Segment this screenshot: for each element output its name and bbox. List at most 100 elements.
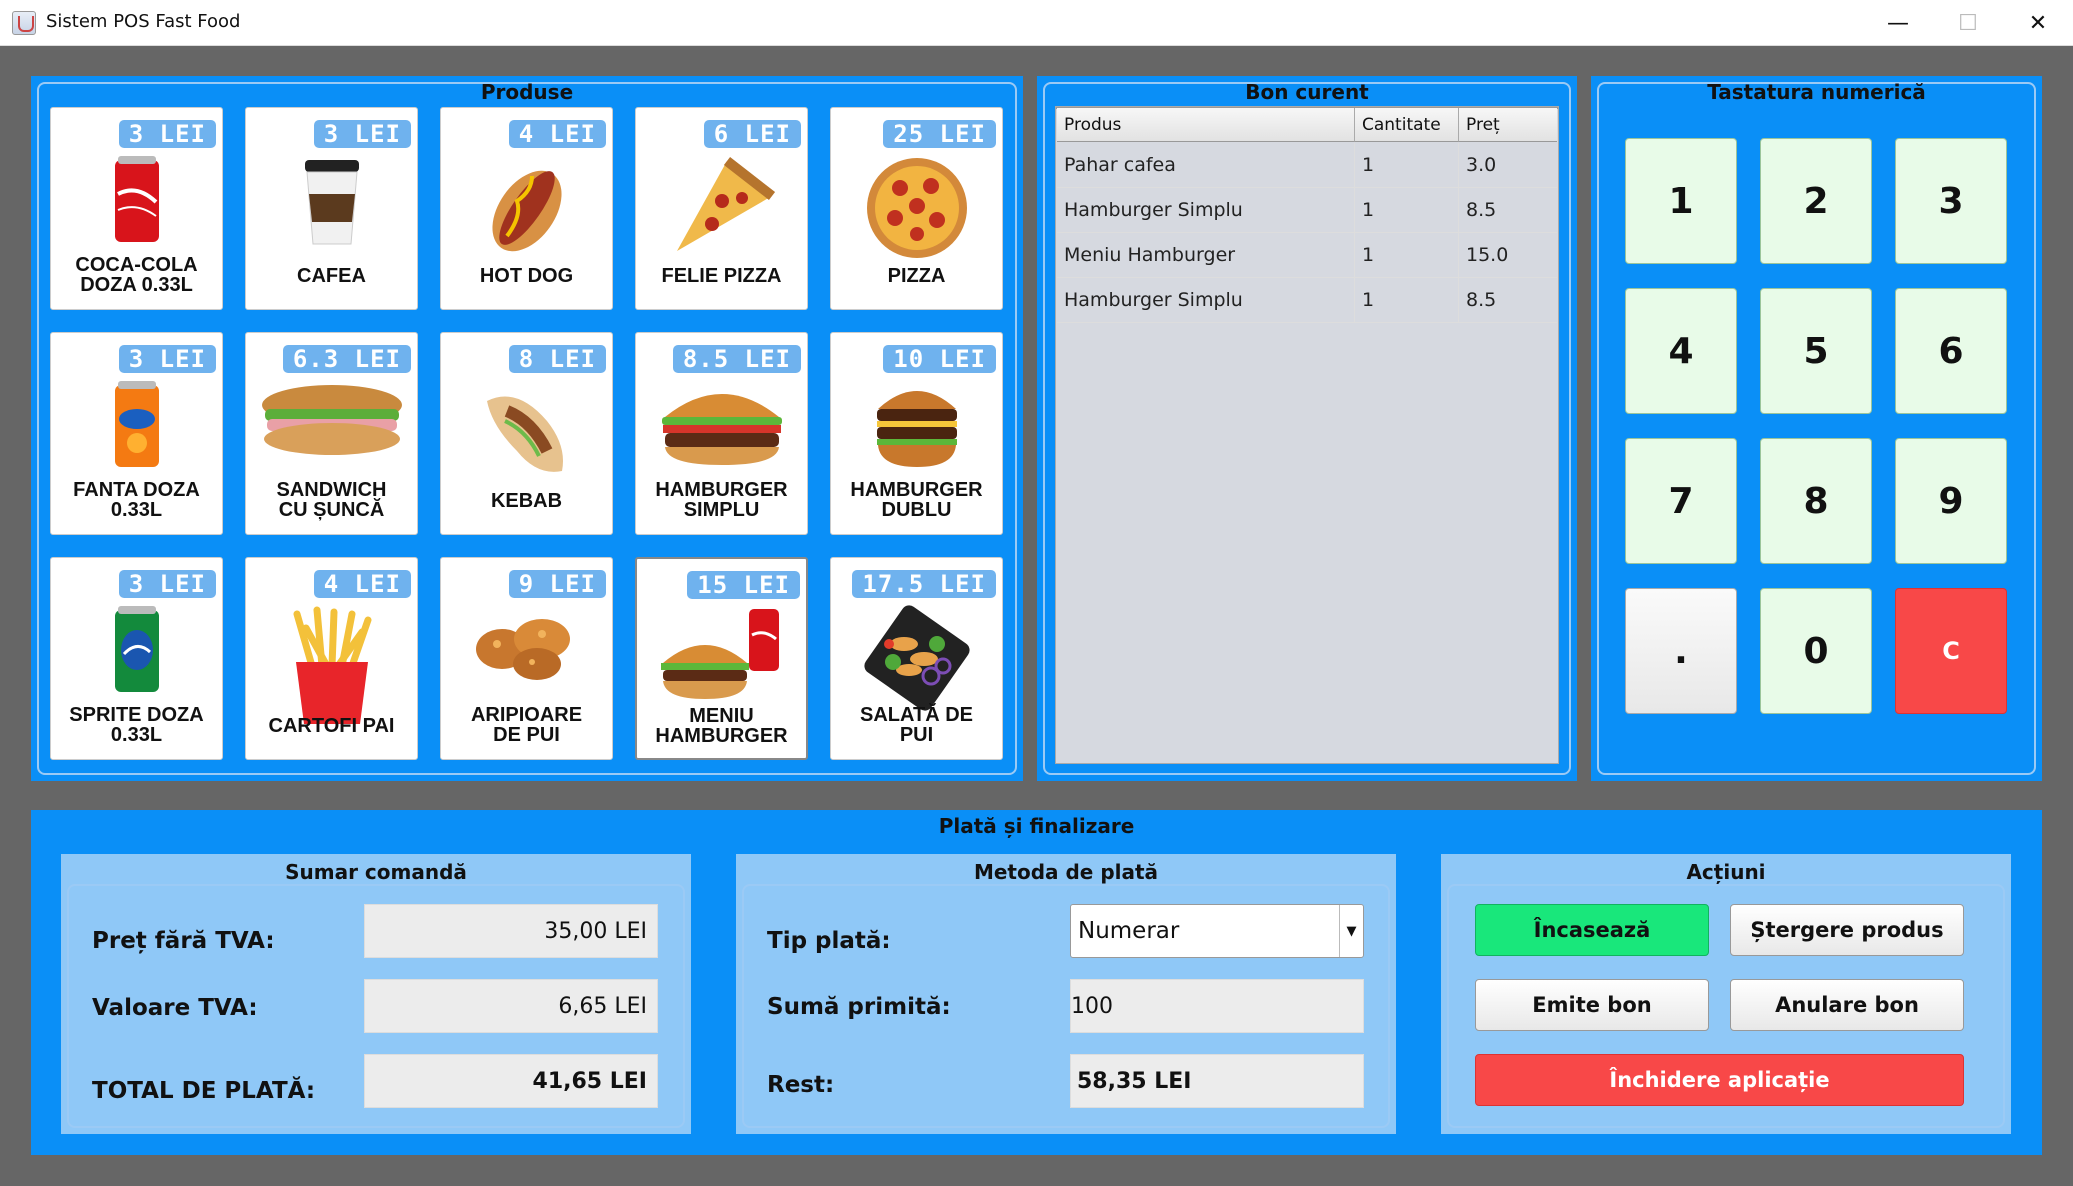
table-row[interactable]: Hamburger Simplu 1 8.5 bbox=[1057, 188, 1557, 233]
key-clear-button[interactable]: C bbox=[1895, 588, 2007, 714]
product-tile[interactable]: 8.5 LEI HAMBURGER SIMPLU bbox=[635, 332, 808, 535]
product-tile[interactable]: 8 LEI KEBAB bbox=[440, 332, 613, 535]
change-label: Rest: bbox=[767, 1072, 835, 1098]
product-name: SPRITE DOZA bbox=[69, 704, 204, 726]
products-panel-title: Produse bbox=[480, 80, 574, 104]
table-row[interactable]: Hamburger Simplu 1 8.5 bbox=[1057, 278, 1557, 323]
product-tile[interactable]: 3 LEI FANTA DOZA 0.33L bbox=[50, 332, 223, 535]
product-tile[interactable]: 6 LEI FELIE PIZZA bbox=[635, 107, 808, 310]
key-5-button[interactable]: 5 bbox=[1760, 288, 1872, 414]
product-name-line2: DUBLU bbox=[881, 499, 952, 521]
key-0-button[interactable]: 0 bbox=[1760, 588, 1872, 714]
delete-product-button[interactable]: Ștergere produs bbox=[1730, 904, 1964, 956]
coffee-cup-icon bbox=[297, 156, 367, 252]
key-2-button[interactable]: 2 bbox=[1760, 138, 1872, 264]
product-name: FELIE PIZZA bbox=[661, 265, 782, 287]
product-tile[interactable]: 4 LEI HOT DOG bbox=[440, 107, 613, 310]
change-field: 58,35 LEI bbox=[1070, 1054, 1364, 1108]
payment-type-label: Tip plată: bbox=[767, 928, 891, 954]
vat-value-label: Valoare TVA: bbox=[92, 995, 258, 1021]
column-header-cantitate[interactable]: Cantitate bbox=[1355, 108, 1459, 142]
coca-cola-can-icon bbox=[112, 154, 162, 250]
price-tag: 8 LEI bbox=[508, 345, 606, 373]
actions-panel: Acțiuni Încasează Ștergere produs Emite … bbox=[1441, 854, 2011, 1134]
price-tag: 10 LEI bbox=[883, 345, 996, 373]
product-name-line2: PUI bbox=[899, 724, 934, 746]
product-tile[interactable]: 6.3 LEI SANDWICH CU ȘUNCĂ bbox=[245, 332, 418, 535]
table-row[interactable]: Pahar cafea 1 3.0 bbox=[1057, 143, 1557, 188]
product-name-line2: DE PUI bbox=[493, 724, 560, 746]
table-row[interactable]: Meniu Hamburger 1 15.0 bbox=[1057, 233, 1557, 278]
cell-cantitate: 1 bbox=[1355, 278, 1459, 323]
cell-produs: Hamburger Simplu bbox=[1057, 278, 1355, 323]
payment-method-title: Metoda de plată bbox=[973, 860, 1159, 884]
dropdown-arrow-icon[interactable]: ▼ bbox=[1339, 905, 1363, 957]
actions-title: Acțiuni bbox=[1686, 860, 1766, 884]
product-tile[interactable]: 17.5 LEI SALATĂ DE PUI bbox=[830, 557, 1003, 760]
price-tag: 4 LEI bbox=[313, 570, 411, 598]
order-summary-title: Sumar comandă bbox=[285, 860, 467, 884]
chicken-wings-icon bbox=[472, 604, 582, 688]
price-tag: 6 LEI bbox=[703, 120, 801, 148]
key-4-button[interactable]: 4 bbox=[1625, 288, 1737, 414]
key-dot-button[interactable]: . bbox=[1625, 588, 1737, 714]
price-tag: 3 LEI bbox=[118, 570, 216, 598]
key-1-button[interactable]: 1 bbox=[1625, 138, 1737, 264]
product-name: FANTA DOZA bbox=[73, 479, 200, 501]
numpad-panel-title: Tastatura numerică bbox=[1707, 80, 1926, 104]
amount-received-label: Sumă primită: bbox=[767, 994, 951, 1020]
key-8-button[interactable]: 8 bbox=[1760, 438, 1872, 564]
key-7-button[interactable]: 7 bbox=[1625, 438, 1737, 564]
product-name-line2: 0.33L bbox=[110, 724, 163, 746]
close-button[interactable]: ✕ bbox=[2003, 0, 2073, 46]
product-name: ARIPIOARE bbox=[470, 704, 583, 726]
minimize-button[interactable]: — bbox=[1863, 0, 1933, 46]
cancel-receipt-button[interactable]: Anulare bon bbox=[1730, 979, 1964, 1031]
product-name-line2: HAMBURGER bbox=[655, 725, 788, 747]
payment-method-panel: Metoda de plată Tip plată: Numerar ▼ Sum… bbox=[736, 854, 1396, 1134]
french-fries-icon bbox=[282, 606, 382, 730]
title-bar: Sistem POS Fast Food — ☐ ✕ bbox=[0, 0, 2073, 46]
sandwich-icon bbox=[257, 379, 407, 463]
amount-received-input[interactable]: 100 bbox=[1070, 979, 1364, 1033]
receipt-table[interactable]: Produs Cantitate Preț Pahar cafea 1 3.0 Ham… bbox=[1056, 107, 1558, 323]
total-field: 41,65 LEI bbox=[364, 1054, 658, 1108]
payment-type-select[interactable]: Numerar ▼ bbox=[1070, 904, 1364, 958]
cell-produs: Pahar cafea bbox=[1057, 143, 1355, 188]
hot-dog-icon bbox=[477, 156, 577, 260]
product-tile[interactable]: 3 LEI CAFEA bbox=[245, 107, 418, 310]
close-application-button[interactable]: Închidere aplicație bbox=[1475, 1054, 1964, 1106]
column-header-produs[interactable]: Produs bbox=[1057, 108, 1355, 142]
product-name: HOT DOG bbox=[479, 265, 574, 287]
column-header-pret[interactable]: Preț bbox=[1459, 108, 1557, 142]
product-tile[interactable]: 10 LEI HAMBURGER DUBLU bbox=[830, 332, 1003, 535]
price-tag: 6.3 LEI bbox=[282, 345, 411, 373]
issue-receipt-button[interactable]: Emite bon bbox=[1475, 979, 1709, 1031]
key-9-button[interactable]: 9 bbox=[1895, 438, 2007, 564]
product-tile[interactable]: 9 LEI ARIPIOARE DE PUI bbox=[440, 557, 613, 760]
product-tile[interactable]: 25 LEI PIZZA bbox=[830, 107, 1003, 310]
key-3-button[interactable]: 3 bbox=[1895, 138, 2007, 264]
price-without-vat-label: Preț fără TVA: bbox=[92, 928, 275, 954]
product-name-line2: SIMPLU bbox=[683, 499, 760, 521]
maximize-button[interactable]: ☐ bbox=[1933, 0, 2003, 46]
cell-cantitate: 1 bbox=[1355, 143, 1459, 188]
product-tile[interactable]: 3 LEI COCA-COLA DOZA 0.33L bbox=[50, 107, 223, 310]
price-tag: 3 LEI bbox=[118, 120, 216, 148]
price-tag: 3 LEI bbox=[118, 345, 216, 373]
product-tile[interactable]: 3 LEI SPRITE DOZA 0.33L bbox=[50, 557, 223, 760]
products-panel: Produse 3 LEI COCA-COLA DOZA 0.33L 3 LEI CAF… bbox=[31, 76, 1023, 781]
product-tile[interactable]: 15 LEI MENIU HAMBURGER bbox=[635, 557, 808, 760]
key-6-button[interactable]: 6 bbox=[1895, 288, 2007, 414]
payment-panel: Plată și finalizare Sumar comandă Preț f… bbox=[31, 810, 2042, 1155]
sprite-can-icon bbox=[112, 604, 162, 700]
payment-type-value: Numerar bbox=[1078, 918, 1180, 944]
payment-panel-title: Plată și finalizare bbox=[938, 814, 1135, 838]
cash-in-button[interactable]: Încasează bbox=[1475, 904, 1709, 956]
product-tile[interactable]: 4 LEI CARTOFI PAI bbox=[245, 557, 418, 760]
total-label: TOTAL DE PLATĂ: bbox=[92, 1078, 316, 1104]
price-without-vat-field: 35,00 LEI bbox=[364, 904, 658, 958]
price-tag: 25 LEI bbox=[883, 120, 996, 148]
cell-pret: 3.0 bbox=[1466, 154, 1497, 176]
pizza-slice-icon bbox=[667, 156, 777, 260]
